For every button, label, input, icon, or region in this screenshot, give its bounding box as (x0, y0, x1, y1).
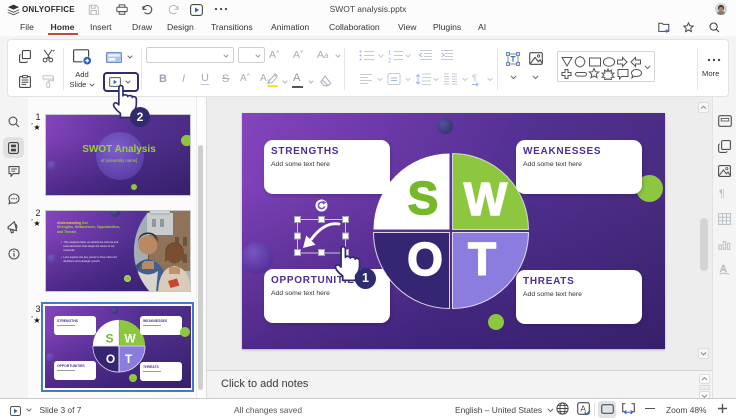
svg-text:O: O (105, 352, 114, 366)
svg-text:W: W (124, 332, 136, 346)
svg-text:2: 2 (388, 59, 392, 65)
svg-text:1: 1 (388, 51, 392, 57)
svg-text:S: S (105, 332, 113, 346)
svg-text:A: A (580, 403, 586, 413)
svg-text:T: T (124, 352, 132, 366)
svg-text:¶: ¶ (472, 73, 477, 84)
